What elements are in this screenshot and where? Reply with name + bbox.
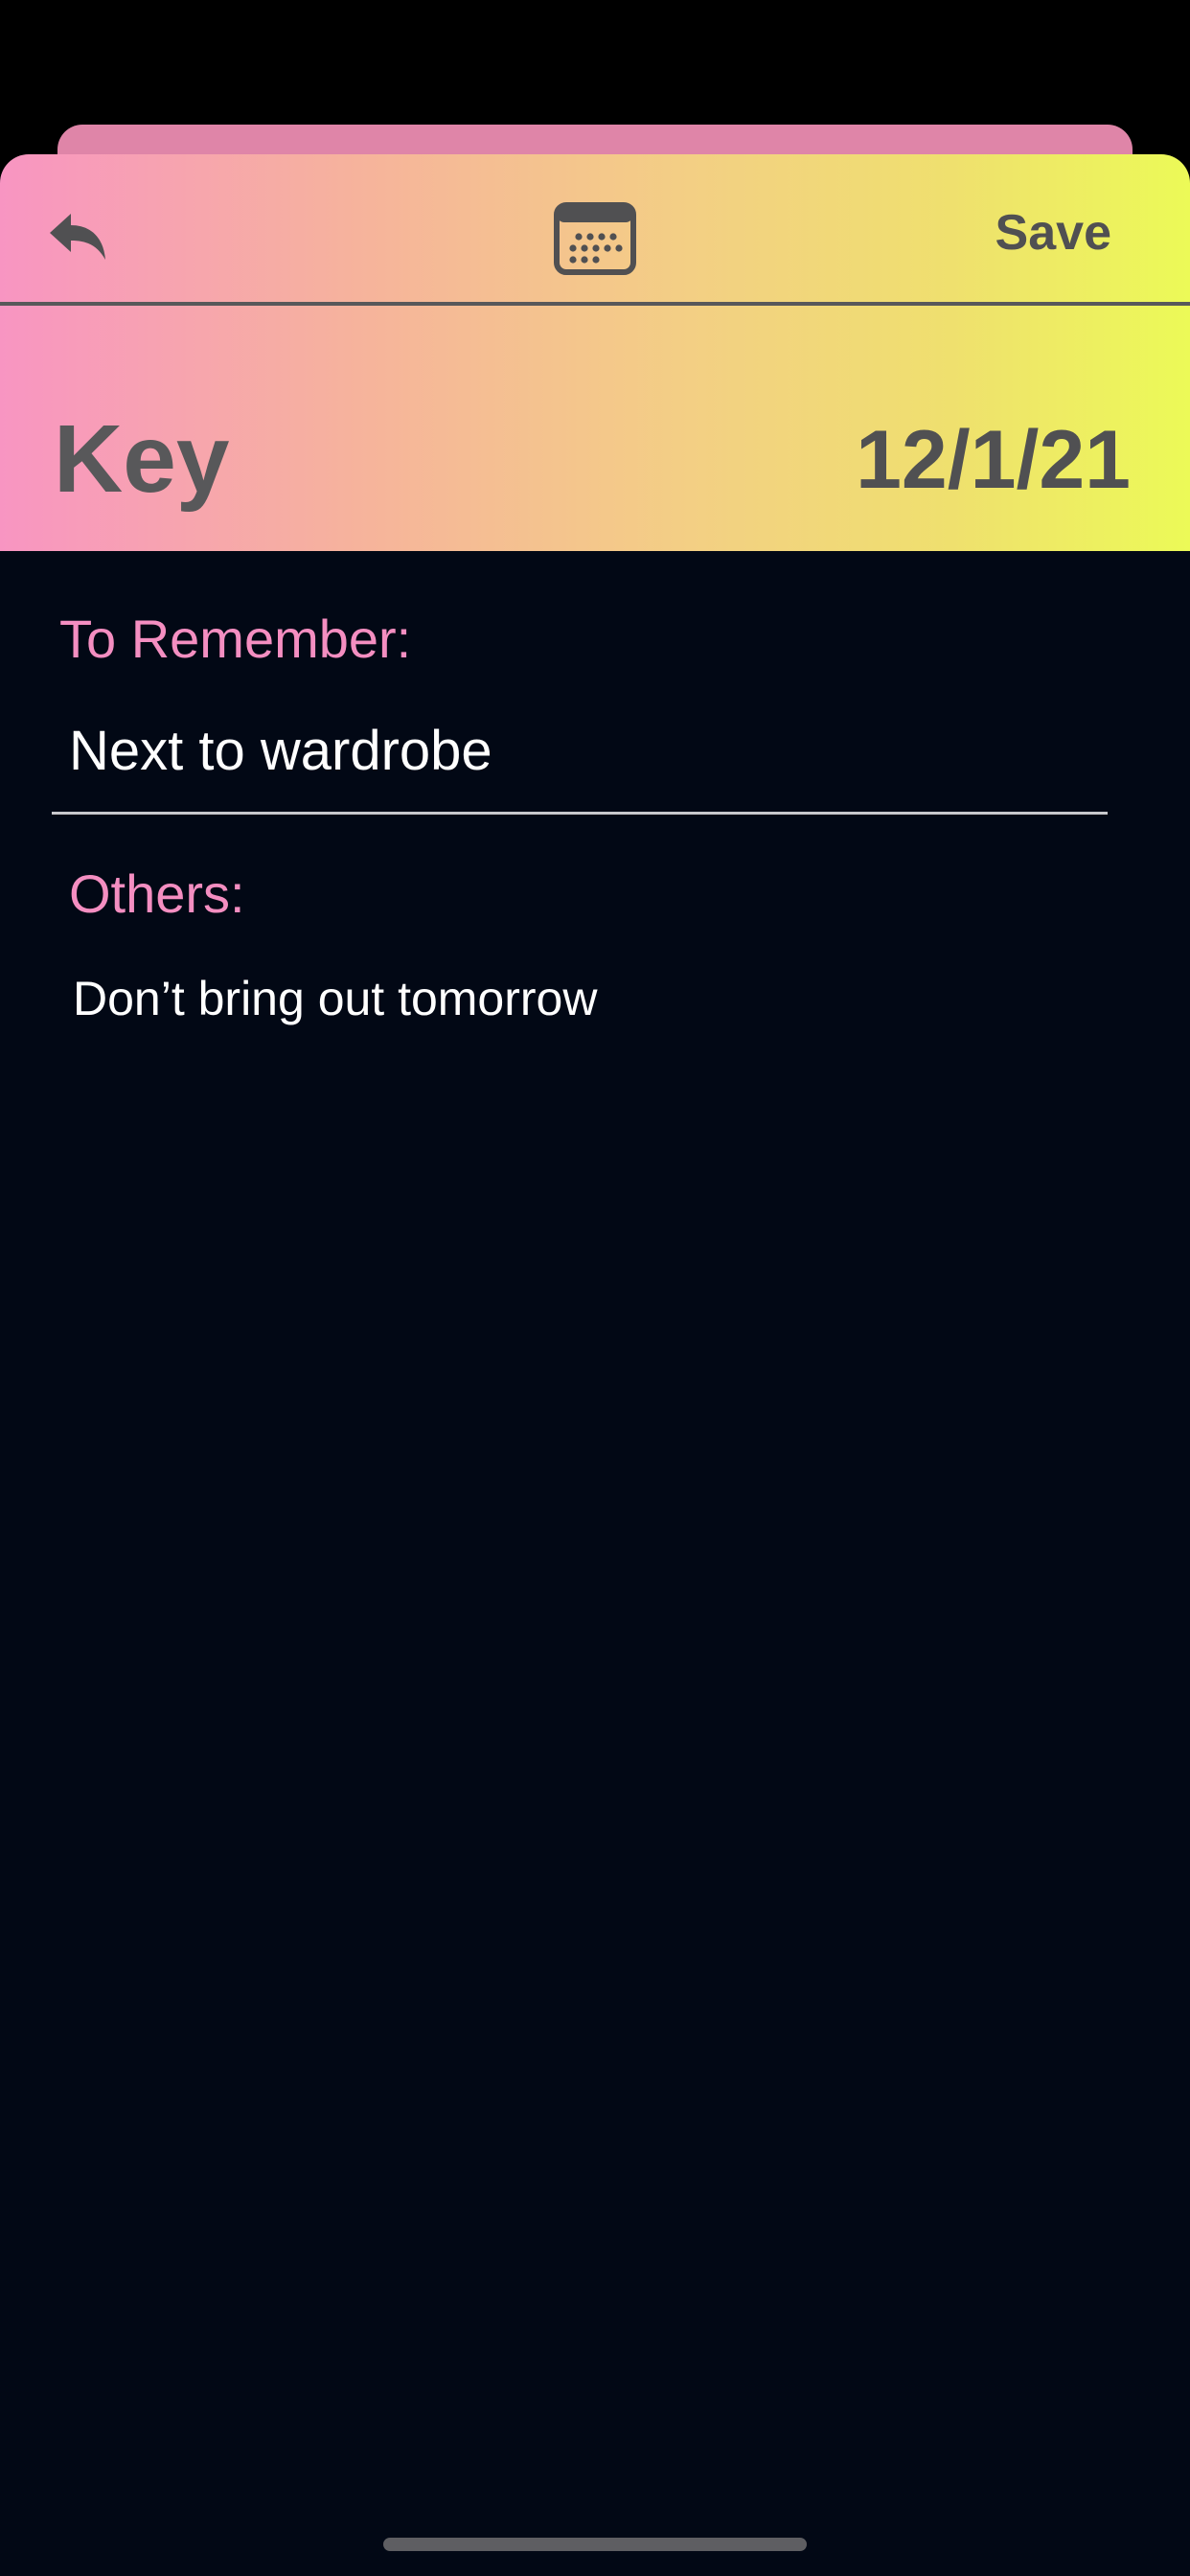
calendar-button[interactable] [554, 200, 636, 275]
note-title[interactable]: Key [54, 411, 229, 507]
note-header: Save Key 12/1/21 [0, 154, 1190, 551]
toolbar-divider [0, 302, 1190, 306]
home-indicator[interactable] [383, 2538, 807, 2551]
save-button[interactable]: Save [995, 208, 1111, 258]
others-field[interactable]: Don’t bring out tomorrow [73, 975, 1108, 1023]
toolbar: Save [0, 154, 1190, 306]
calendar-icon [554, 202, 636, 275]
note-sheet: Save Key 12/1/21 To Remember: Next to wa… [0, 154, 1190, 2576]
back-button[interactable] [44, 204, 111, 271]
to-remember-underline [52, 812, 1108, 815]
others-label: Others: [69, 863, 245, 924]
note-date[interactable]: 12/1/21 [856, 419, 1131, 501]
to-remember-field[interactable]: Next to wardrobe [69, 724, 1085, 779]
to-remember-label: To Remember: [59, 609, 412, 669]
reply-arrow-icon [50, 214, 105, 260]
